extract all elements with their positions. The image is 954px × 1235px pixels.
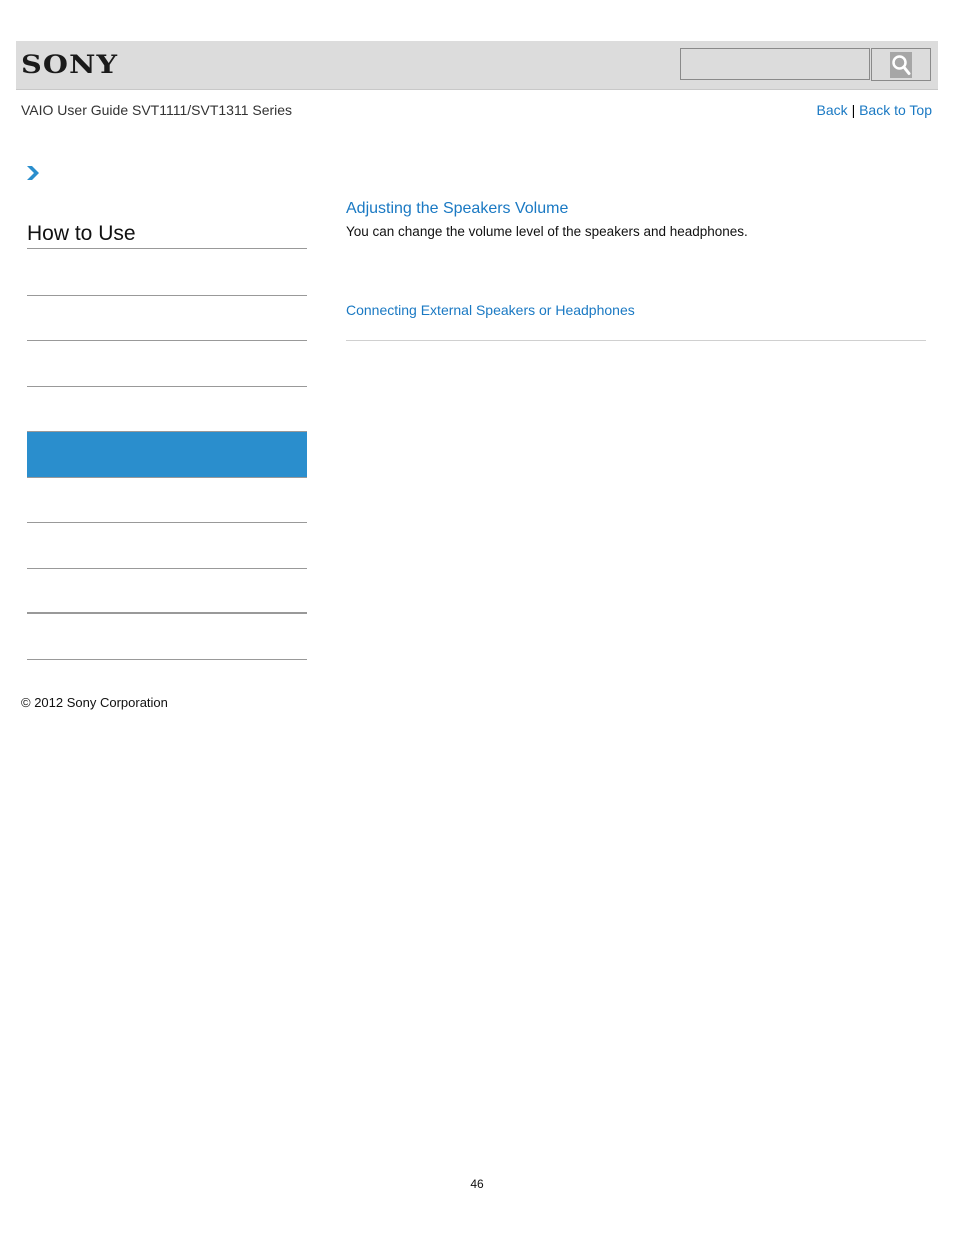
- top-navigation: Back | Back to Top: [817, 102, 932, 118]
- article-title-link[interactable]: Adjusting the Speakers Volume: [346, 200, 568, 218]
- sidebar-heading: How to Use: [27, 222, 307, 249]
- sidebar-item[interactable]: [27, 615, 307, 660]
- copyright: © 2012 Sony Corporation: [21, 695, 168, 710]
- page-number: 46: [470, 1177, 484, 1191]
- sidebar-item[interactable]: [27, 251, 307, 296]
- sidebar-item[interactable]: [27, 296, 307, 341]
- sidebar-item[interactable]: [27, 478, 307, 523]
- search-input[interactable]: [680, 48, 870, 80]
- chevron-right-icon: [26, 165, 40, 186]
- link-separator: |: [851, 102, 856, 118]
- sidebar-item[interactable]: [27, 524, 307, 569]
- sidebar-item[interactable]: [27, 569, 307, 614]
- sidebar-item-active[interactable]: [27, 431, 307, 478]
- back-link[interactable]: Back: [817, 102, 848, 118]
- related-topic-link[interactable]: Connecting External Speakers or Headphon…: [346, 302, 635, 318]
- sidebar-item[interactable]: [27, 342, 307, 387]
- sony-logo: SONY: [21, 50, 119, 79]
- guide-title: VAIO User Guide SVT1111/SVT1311 Series: [21, 102, 293, 118]
- header-bar: SONY: [16, 41, 938, 90]
- magnifier-icon: [890, 51, 912, 78]
- article-description: You can change the volume level of the s…: [346, 224, 748, 239]
- content-divider: [346, 340, 926, 341]
- search-button[interactable]: [871, 48, 931, 81]
- back-to-top-link[interactable]: Back to Top: [859, 102, 932, 118]
